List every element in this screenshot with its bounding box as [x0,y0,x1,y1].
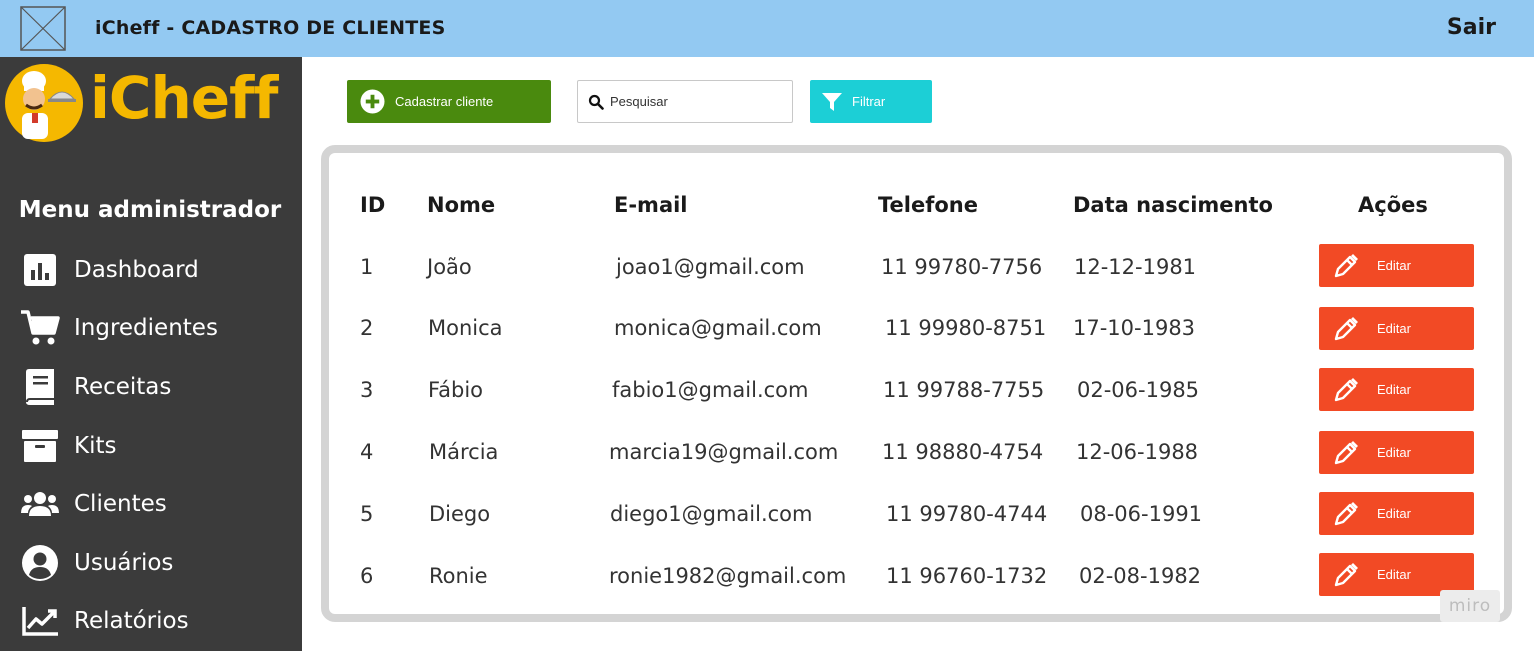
sidebar-item-label: Clientes [74,491,167,517]
search-icon [588,94,604,110]
cell-id: 1 [360,255,374,279]
cell-phone: 11 99788-7755 [883,378,1045,402]
cell-name: Márcia [429,440,499,464]
edit-label: Editar [1377,445,1411,460]
cell-id: 6 [360,564,374,588]
pencil-icon [1334,501,1358,525]
edit-label: Editar [1377,382,1411,397]
cell-phone: 11 96760-1732 [886,564,1048,588]
sidebar-item-label: Usuários [74,550,174,576]
cell-birth-date: 12-06-1988 [1076,440,1199,464]
cell-birth-date: 17-10-1983 [1073,316,1196,340]
archive-box-icon [20,426,60,466]
pencil-icon [1334,316,1358,340]
column-header-phone: Telefone [878,193,978,217]
cell-birth-date: 08-06-1991 [1080,502,1203,526]
edit-button[interactable]: Editar [1319,431,1474,474]
cell-email: monica@gmail.com [614,316,822,340]
cell-birth-date: 02-06-1985 [1077,378,1200,402]
pencil-icon [1334,377,1358,401]
add-client-label: Cadastrar cliente [395,94,494,109]
cell-phone: 11 99780-7756 [881,255,1043,279]
cell-email: diego1@gmail.com [610,502,813,526]
cell-name: Fábio [428,378,484,402]
top-bar: iCheff - CADASTRO DE CLIENTES Sair [0,0,1534,57]
logout-link[interactable]: Sair [1447,15,1496,40]
filter-button[interactable]: Filtrar [810,80,932,123]
users-icon [20,484,60,524]
pencil-icon [1334,253,1358,277]
sidebar-item-ingredientes[interactable]: Ingredientes [20,306,280,350]
cell-id: 2 [360,316,374,340]
sidebar-item-usuarios[interactable]: Usuários [20,541,280,585]
search-input[interactable] [610,94,780,109]
image-placeholder-icon [20,6,66,51]
pencil-icon [1334,562,1358,586]
cell-id: 3 [360,378,374,402]
sidebar-item-clientes[interactable]: Clientes [20,482,280,526]
sidebar-item-label: Ingredientes [74,315,218,341]
user-circle-icon [20,543,60,583]
sidebar-item-label: Receitas [74,374,172,400]
cell-id: 5 [360,502,374,526]
cell-email: ronie1982@gmail.com [609,564,847,588]
line-chart-icon [20,601,60,641]
column-header-birth-date: Data nascimento [1073,193,1273,217]
edit-label: Editar [1377,506,1411,521]
brand: iCheff [0,57,300,143]
cell-name: João [427,255,472,279]
cell-phone: 11 99780-4744 [886,502,1048,526]
edit-label: Editar [1377,321,1411,336]
cell-birth-date: 12-12-1981 [1074,255,1197,279]
sidebar-item-dashboard[interactable]: Dashboard [20,248,280,292]
pencil-icon [1334,440,1358,464]
cell-email: joao1@gmail.com [616,255,805,279]
cell-email: marcia19@gmail.com [609,440,839,464]
column-header-name: Nome [427,193,496,217]
menu-title: Menu administrador [18,197,282,223]
sidebar-item-label: Relatórios [74,608,189,634]
cell-phone: 11 99980-8751 [885,316,1047,340]
cell-name: Diego [429,502,491,526]
page-title: iCheff - CADASTRO DE CLIENTES [95,17,446,39]
column-header-actions: Ações [1358,193,1428,217]
cell-name: Ronie [429,564,488,588]
sidebar-item-label: Kits [74,433,117,459]
cart-icon [20,308,60,348]
edit-button[interactable]: Editar [1319,244,1474,287]
cell-id: 4 [360,440,374,464]
filter-label: Filtrar [852,94,886,109]
add-client-button[interactable]: Cadastrar cliente [347,80,551,123]
edit-button[interactable]: Editar [1319,368,1474,411]
sidebar: iCheff Menu administrador Dashboard Ingr… [0,57,302,651]
sidebar-item-kits[interactable]: Kits [20,424,280,468]
cell-phone: 11 98880-4754 [882,440,1044,464]
sidebar-item-receitas[interactable]: Receitas [20,365,280,409]
chart-bars-icon [20,250,60,290]
cell-birth-date: 02-08-1982 [1079,564,1202,588]
cell-name: Monica [428,316,503,340]
edit-button[interactable]: Editar [1319,492,1474,535]
edit-label: Editar [1377,258,1411,273]
sidebar-item-label: Dashboard [74,257,199,283]
miro-watermark: miro [1440,590,1500,622]
column-header-email: E-mail [614,193,688,217]
filter-icon [822,92,842,111]
sidebar-item-relatorios[interactable]: Relatórios [20,599,280,643]
chef-logo-icon [5,64,83,142]
cell-email: fabio1@gmail.com [612,378,809,402]
edit-button[interactable]: Editar [1319,307,1474,350]
column-header-id: ID [360,193,386,217]
search-box[interactable] [577,80,793,123]
book-icon [20,367,60,407]
brand-name: iCheff [90,64,279,132]
plus-circle-icon [360,89,385,114]
edit-label: Editar [1377,567,1411,582]
